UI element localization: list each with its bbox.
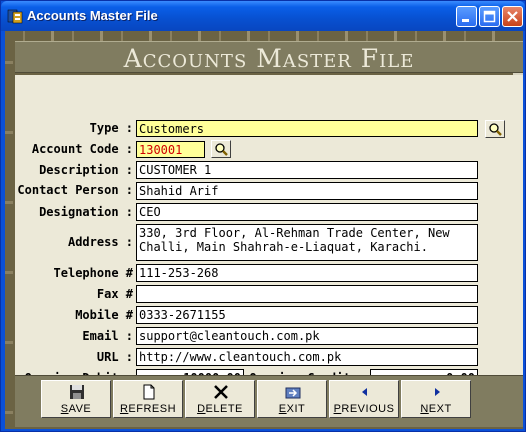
action-toolbar: SAVE REFRESH DELETE EXIT PREVIOUS NEXT [15,375,523,427]
close-button[interactable] [502,6,523,27]
exit-button[interactable]: EXIT [257,380,327,418]
form-panel: Type : Customers Account Code : 130001 D… [15,75,523,373]
account-code-label: Account Code : [31,142,133,156]
url-label-wrap: URL : [15,350,133,366]
refresh-button[interactable]: REFRESH [113,380,183,418]
account-code-lookup-button[interactable] [211,140,231,158]
address-label: Address : [67,235,133,249]
save-label: SAVE [60,403,92,415]
save-button[interactable]: SAVE [41,380,111,418]
contact-person-label: Contact Person : [17,183,133,197]
contact-person-label-wrap: Contact Person : [15,183,133,199]
description-field[interactable]: CUSTOMER 1 [136,161,478,179]
type-lookup-button[interactable] [485,120,505,138]
next-label: NEXT [420,403,452,415]
window: Accounts Master File Accounts Master Fil… [0,0,526,432]
account-code-label-wrap: Account Code : [15,142,133,158]
mobile-label: Mobile # [75,308,133,322]
header-banner: Accounts Master File [15,41,523,73]
mobile-field[interactable]: 0333-2671155 [136,306,478,324]
title-bar[interactable]: Accounts Master File [1,1,525,31]
minimize-button[interactable] [456,6,477,27]
description-label: Description : [39,163,133,177]
telephone-field[interactable]: 111-253-268 [136,264,478,282]
decorative-border-left [5,31,13,429]
new-page-icon [143,384,155,400]
email-label-wrap: Email : [15,329,133,345]
maximize-icon [483,10,496,23]
designation-label: Designation : [39,205,133,219]
window-title: Accounts Master File [27,8,158,23]
designation-label-wrap: Designation : [15,205,133,221]
previous-label: PREVIOUS [333,403,395,415]
previous-arrow-icon [362,388,367,396]
next-arrow-icon [435,388,440,396]
delete-button[interactable]: DELETE [185,380,255,418]
email-field[interactable]: support@cleantouch.com.pk [136,327,478,345]
close-icon [507,11,518,22]
fax-label: Fax # [96,287,133,301]
exit-icon [285,387,301,399]
telephone-label-wrap: Telephone # [15,266,133,282]
minimize-icon [462,19,469,22]
page-title: Accounts Master File [123,44,415,73]
address-label-wrap: Address : [15,235,133,251]
type-label: Type : [89,121,133,135]
telephone-label: Telephone # [53,266,133,280]
previous-button[interactable]: PREVIOUS [329,380,399,418]
client-area: Accounts Master File Type : Customers Ac… [5,31,523,429]
email-label: Email : [82,329,133,343]
magnifier-icon [489,123,502,136]
contact-person-field[interactable]: Shahid Arif [136,182,478,200]
designation-field[interactable]: CEO [136,203,478,221]
fax-label-wrap: Fax # [15,287,133,303]
fax-field[interactable] [136,285,478,303]
magnifier-icon [215,143,228,156]
exit-label: EXIT [278,403,306,415]
delete-label: DELETE [197,403,243,415]
save-icon [70,385,84,399]
delete-x-icon [214,385,228,399]
address-field[interactable]: 330, 3rd Floor, Al-Rehman Trade Center, … [136,224,478,261]
app-icon [7,9,23,24]
maximize-button[interactable] [479,6,500,27]
decorative-strip [5,31,523,41]
type-field[interactable]: Customers [136,120,478,137]
url-label: URL : [96,350,133,364]
next-button[interactable]: NEXT [401,380,471,418]
url-field[interactable]: http://www.cleantouch.com.pk [136,348,478,366]
mobile-label-wrap: Mobile # [15,308,133,324]
description-label-wrap: Description : [15,163,133,179]
type-label-wrap: Type : [15,121,133,137]
refresh-label: REFRESH [119,403,177,415]
account-code-field[interactable]: 130001 [136,141,205,158]
